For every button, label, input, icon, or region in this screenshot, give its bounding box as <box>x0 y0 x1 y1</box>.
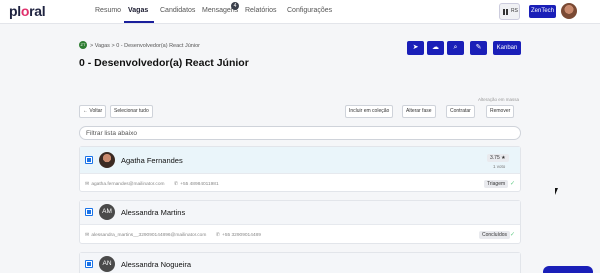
candidate-checkbox[interactable] <box>85 156 93 164</box>
upload-button[interactable]: ☁ <box>427 41 444 55</box>
filter-input[interactable] <box>79 126 521 140</box>
candidate-email: agatha.fernandes@mailinator.com <box>91 182 165 187</box>
votes-count: 1 voto <box>493 164 506 169</box>
check-icon: ✓ <box>510 232 516 238</box>
kanban-button[interactable]: Kanban <box>493 41 521 55</box>
include-collection-button[interactable]: Incluir em coleção <box>345 105 394 118</box>
user-avatar[interactable] <box>561 3 577 19</box>
phone-icon: ✆ <box>173 182 178 187</box>
rating-badge: 3.75 ★ <box>487 154 509 162</box>
back-button[interactable]: ← Voltar <box>79 105 107 118</box>
tab-configuracoes[interactable]: Configurações <box>287 7 332 14</box>
email-icon: ✉ <box>85 182 90 187</box>
candidate-card[interactable]: AN Alessandra Nogueira <box>79 252 521 273</box>
search-button[interactable]: ⌕ <box>447 41 464 55</box>
logo[interactable]: ploral <box>9 3 46 19</box>
company-badge-icon: ZT <box>79 41 87 49</box>
edit-button[interactable]: ✎ <box>470 41 487 55</box>
remove-button[interactable]: Remover <box>486 105 515 118</box>
change-phase-button[interactable]: Alterar fase <box>402 105 436 118</box>
hire-button[interactable]: Contratar <box>446 105 475 118</box>
phone-icon: ✆ <box>215 233 220 238</box>
mouse-cursor-icon <box>555 188 558 195</box>
top-nav: ploral Resumo Vagas Candidatos Mensagens… <box>0 0 600 24</box>
messages-badge: 4 <box>231 2 239 10</box>
candidate-card[interactable]: AM Alessandra Martins ✉ alessandra_marti… <box>79 200 521 244</box>
tab-resumo[interactable]: Resumo <box>95 7 121 14</box>
chat-widget-button[interactable] <box>543 266 593 273</box>
candidate-name[interactable]: Alessandra Martins <box>121 208 185 217</box>
mass-change-label: Alteração em massa <box>478 97 520 102</box>
candidate-avatar: AM <box>99 204 115 220</box>
phase-badge: Concluídos <box>479 231 511 239</box>
send-button[interactable]: ➤ <box>407 41 424 55</box>
candidate-checkbox[interactable] <box>85 208 93 216</box>
candidate-email: alessandra_martins__329090144896@mailina… <box>91 233 207 238</box>
active-tab-indicator <box>124 21 154 23</box>
edit-icon: ✎ <box>475 44 482 51</box>
candidate-name[interactable]: Alessandra Nogueira <box>121 260 191 269</box>
cloud-upload-icon: ☁ <box>432 44 439 51</box>
breadcrumb[interactable]: > Vagas > 0 - Desenvolvedor(a) React Jún… <box>90 43 200 49</box>
phase-badge: Triagem <box>484 180 509 188</box>
tab-vagas[interactable]: Vagas <box>128 7 148 14</box>
apps-button[interactable]: RS <box>499 3 520 20</box>
company-button[interactable]: ZenTech <box>529 5 556 18</box>
contact-row: ✉ agatha.fernandes@mailinator.com ✆ +55 … <box>85 182 219 187</box>
send-icon: ➤ <box>412 44 419 51</box>
candidate-card[interactable]: Agatha Fernandes 3.75 ★ 1 voto ✉ agatha.… <box>79 146 521 192</box>
candidate-phone: +55 48984011981 <box>180 182 219 187</box>
contact-row: ✉ alessandra_martins__329090144896@maili… <box>85 233 261 238</box>
apps-label: RS <box>511 8 518 14</box>
candidate-name[interactable]: Agatha Fernandes <box>121 156 183 165</box>
select-all-button[interactable]: Selecionar tudo <box>110 105 153 118</box>
grid-icon <box>503 9 509 15</box>
email-icon: ✉ <box>85 233 90 238</box>
check-icon: ✓ <box>510 181 516 187</box>
candidate-avatar: AN <box>99 256 115 272</box>
tab-relatorios[interactable]: Relatórios <box>245 7 277 14</box>
candidate-avatar <box>99 152 115 168</box>
candidate-checkbox[interactable] <box>85 260 93 268</box>
tab-candidatos[interactable]: Candidatos <box>160 7 195 14</box>
search-icon: ⌕ <box>453 44 458 51</box>
page-title: 0 - Desenvolvedor(a) React Júnior <box>79 57 249 69</box>
candidate-phone: +55 32909014489 <box>222 233 261 238</box>
